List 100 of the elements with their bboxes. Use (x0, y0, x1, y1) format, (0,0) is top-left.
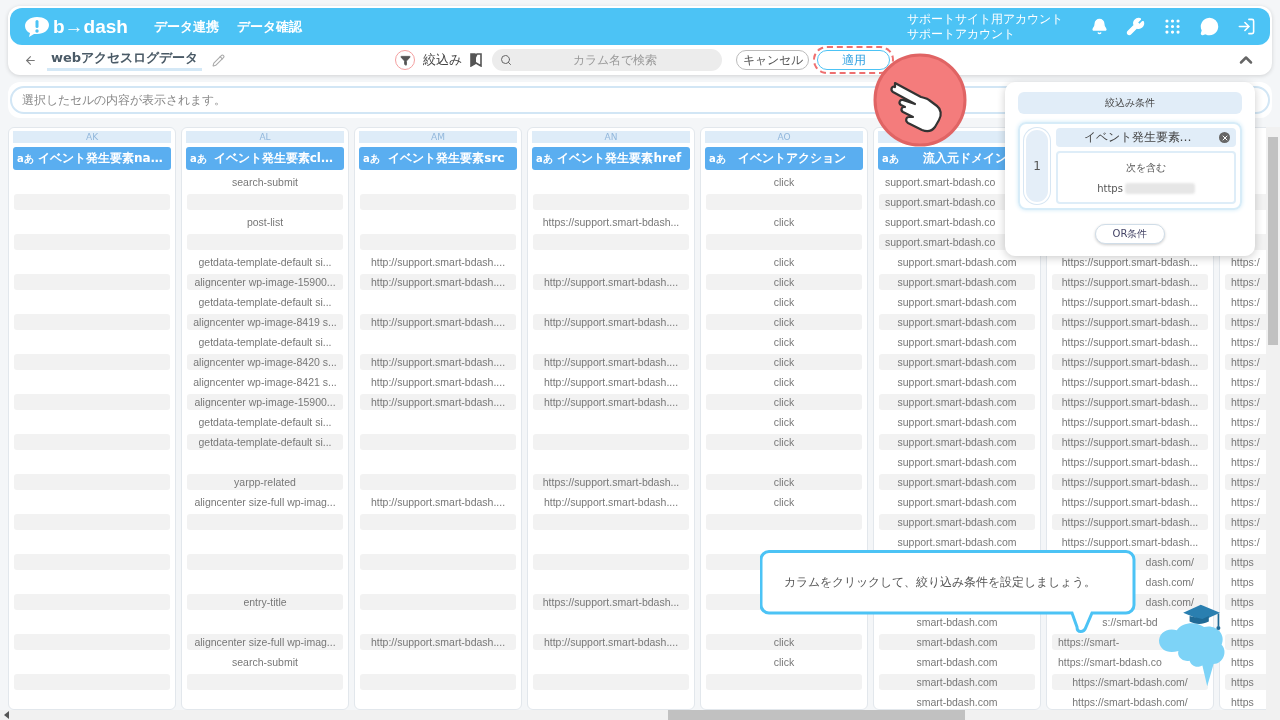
table-cell[interactable]: click (706, 274, 862, 290)
table-cell[interactable]: https://support.smart-bdash... (1052, 314, 1208, 330)
table-cell[interactable]: https://support.smart-bdash... (1052, 454, 1208, 470)
table-cell[interactable]: support.smart-bdash.com (879, 254, 1035, 270)
table-cell[interactable]: click (706, 634, 862, 650)
pencil-icon[interactable] (212, 53, 226, 67)
login-icon[interactable] (1237, 17, 1256, 36)
table-cell[interactable]: support.smart-bdash.com (879, 294, 1035, 310)
column-header[interactable]: aあ イベント発生要素cl… (186, 147, 344, 170)
column-header[interactable]: aあ イベント発生要素src (359, 147, 517, 170)
table-cell[interactable]: https://support.smart-bdash... (533, 474, 689, 490)
chat-icon[interactable] (1200, 17, 1219, 36)
bell-icon[interactable] (1091, 18, 1108, 35)
table-cell[interactable]: getdata-template-default si... (187, 414, 343, 430)
table-cell[interactable]: click (706, 354, 862, 370)
table-cell[interactable]: support.smart-bdash.com (879, 334, 1035, 350)
table-cell[interactable]: https://support.smart-bdash... (533, 594, 689, 610)
close-icon[interactable] (1219, 132, 1230, 143)
table-cell[interactable]: https:/ (1225, 274, 1266, 290)
table-cell[interactable]: aligncenter size-full wp-imag... (187, 494, 343, 510)
table-cell[interactable]: http://support.smart-bdash.... (533, 394, 689, 410)
table-cell[interactable]: http://support.smart-bdash.... (360, 634, 516, 650)
table-cell[interactable]: https:/ (1225, 454, 1266, 470)
table-cell[interactable]: https (1225, 694, 1266, 710)
table-cell[interactable]: http://support.smart-bdash.... (360, 354, 516, 370)
search-field[interactable]: カラム名で検索 (492, 49, 723, 71)
table-cell[interactable]: https:/ (1225, 334, 1266, 350)
table-cell[interactable]: aligncenter wp-image-8420 s... (187, 354, 343, 370)
table-cell[interactable]: http://support.smart-bdash.... (360, 254, 516, 270)
table-cell[interactable]: smart-bdash.com (879, 634, 1035, 650)
table-cell[interactable]: https:/ (1225, 434, 1266, 450)
table-cell[interactable]: click (706, 334, 862, 350)
table-cell[interactable]: https:/ (1225, 534, 1266, 550)
column-header[interactable]: aあ イベント発生要素na… (13, 147, 171, 170)
grid-icon[interactable] (1163, 17, 1182, 36)
table-cell[interactable]: getdata-template-default si... (187, 254, 343, 270)
vertical-scrollbar[interactable] (1266, 127, 1280, 710)
table-cell[interactable]: https://support.smart-bdash... (533, 214, 689, 230)
table-cell[interactable]: https (1225, 654, 1266, 670)
condition-field[interactable]: イベント発生要素… (1056, 128, 1236, 147)
table-cell[interactable]: support.smart-bdash.com (879, 354, 1035, 370)
condition-value-box[interactable]: 次を含む https (1056, 151, 1236, 204)
scroll-left-icon[interactable] (4, 711, 10, 719)
column-header[interactable]: aあ イベント発生要素href (532, 147, 690, 170)
table-cell[interactable]: aligncenter size-full wp-imag... (187, 634, 343, 650)
table-cell[interactable]: https://support.smart-bdash... (1052, 474, 1208, 490)
table-cell[interactable]: https://support.smart-bdash... (1052, 254, 1208, 270)
table-cell[interactable]: aligncenter wp-image-8421 s... (187, 374, 343, 390)
table-cell[interactable]: https://support.smart-bdash... (1052, 354, 1208, 370)
table-cell[interactable]: https (1225, 554, 1266, 570)
table-cell[interactable]: https:/ (1225, 414, 1266, 430)
table-cell[interactable]: search-submit (187, 654, 343, 670)
table-cell[interactable]: support.smart-bdash.com (879, 534, 1035, 550)
table-cell[interactable]: https://support.smart-bdash... (1052, 434, 1208, 450)
table-cell[interactable]: http://support.smart-bdash.... (533, 494, 689, 510)
table-cell[interactable]: http://support.smart-bdash.... (533, 374, 689, 390)
column-header[interactable]: aあ イベントアクション (705, 147, 863, 170)
table-cell[interactable]: https://support.smart-bdash... (1052, 374, 1208, 390)
table-cell[interactable]: https:/ (1225, 294, 1266, 310)
table-cell[interactable]: smart-bdash.com (879, 674, 1035, 690)
table-cell[interactable]: https://smart-bdash.com/ (1052, 694, 1208, 710)
table-cell[interactable]: support.smart-bdash.com (879, 374, 1035, 390)
wrench-icon[interactable] (1126, 17, 1145, 36)
table-cell[interactable]: click (706, 474, 862, 490)
table-cell[interactable]: click (706, 254, 862, 270)
table-cell[interactable]: aligncenter wp-image-15900... (187, 394, 343, 410)
table-cell[interactable]: support.smart-bdash.com (879, 434, 1035, 450)
table-cell[interactable]: https://support.smart-bdash... (1052, 294, 1208, 310)
table-cell[interactable]: http://support.smart-bdash.... (360, 314, 516, 330)
table-cell[interactable]: support.smart-bdash.com (879, 454, 1035, 470)
table-cell[interactable]: support.smart-bdash.com (879, 394, 1035, 410)
table-cell[interactable]: http://support.smart-bdash.... (533, 634, 689, 650)
table-cell[interactable]: click (706, 314, 862, 330)
table-cell[interactable]: http://support.smart-bdash.... (360, 374, 516, 390)
table-cell[interactable]: https:/ (1225, 254, 1266, 270)
table-cell[interactable]: click (706, 214, 862, 230)
table-cell[interactable]: support.smart-bdash.com (879, 274, 1035, 290)
table-cell[interactable]: click (706, 394, 862, 410)
table-cell[interactable]: https:/ (1225, 474, 1266, 490)
scrollbar-thumb[interactable] (668, 710, 965, 720)
table-cell[interactable]: http://support.smart-bdash.... (360, 394, 516, 410)
scrollbar-thumb[interactable] (1268, 137, 1278, 345)
table-cell[interactable]: support.smart-bdash.com (879, 494, 1035, 510)
back-icon[interactable] (24, 53, 37, 67)
table-cell[interactable]: support.smart-bdash.com (879, 514, 1035, 530)
table-cell[interactable]: https://support.smart-bdash... (1052, 534, 1208, 550)
table-cell[interactable]: support.smart-bdash.com (879, 474, 1035, 490)
table-cell[interactable]: https:/ (1225, 514, 1266, 530)
table-cell[interactable]: https:/ (1225, 494, 1266, 510)
horizontal-scrollbar[interactable] (0, 710, 1280, 720)
table-cell[interactable]: support.smart-bdash.com (879, 414, 1035, 430)
table-cell[interactable]: search-submit (187, 174, 343, 190)
table-cell[interactable]: getdata-template-default si... (187, 434, 343, 450)
table-cell[interactable]: aligncenter wp-image-15900... (187, 274, 343, 290)
table-cell[interactable]: click (706, 494, 862, 510)
table-cell[interactable]: https (1225, 594, 1266, 610)
table-cell[interactable]: https://support.smart-bdash... (1052, 414, 1208, 430)
table-cell[interactable]: https://support.smart-bdash... (1052, 394, 1208, 410)
table-cell[interactable]: click (706, 414, 862, 430)
table-cell[interactable]: support.smart-bdash.com (879, 314, 1035, 330)
